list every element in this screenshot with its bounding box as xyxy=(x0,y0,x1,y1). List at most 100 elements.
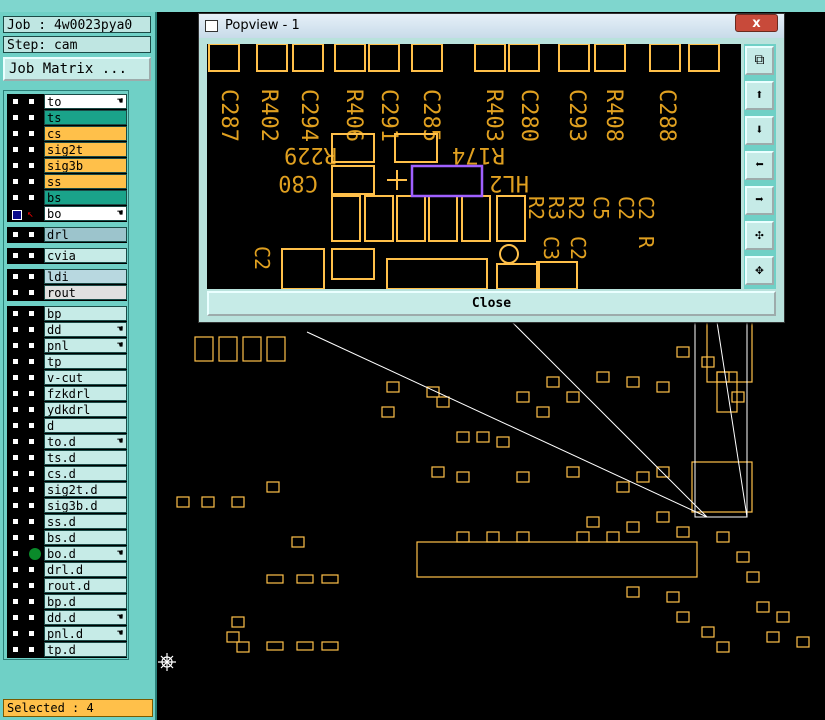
layer-board-checkbox[interactable] xyxy=(11,581,20,590)
layer-row-bp-d[interactable]: bp.d xyxy=(7,594,127,610)
layer-board-checkbox[interactable] xyxy=(11,145,20,154)
layer-display-checkbox[interactable] xyxy=(27,145,36,154)
layer-name[interactable]: cvia xyxy=(44,248,127,263)
layer-name[interactable]: ss xyxy=(44,174,127,189)
layer-display-checkbox[interactable] xyxy=(27,581,36,590)
layer-display-checkbox[interactable] xyxy=(27,97,36,106)
layer-name[interactable]: to ☚ xyxy=(44,94,127,109)
layer-board-checkbox[interactable] xyxy=(11,193,20,202)
close-button[interactable]: Close xyxy=(207,291,776,316)
layer-row-tp[interactable]: tp xyxy=(7,354,127,370)
layer-display-checkbox[interactable] xyxy=(27,113,36,122)
layer-display-checkbox[interactable] xyxy=(27,597,36,606)
layer-name[interactable]: pnl ☚ xyxy=(44,338,127,353)
layer-board-checkbox[interactable] xyxy=(11,533,20,542)
layer-display-checkbox[interactable] xyxy=(27,272,36,281)
layer-display-checkbox[interactable] xyxy=(27,341,36,350)
popview-canvas[interactable]: C287 R402 C294 R406 C291 C285 R403 C280 C293 R408… xyxy=(207,44,741,289)
layer-board-checkbox[interactable] xyxy=(11,421,20,430)
layer-name[interactable]: bo ☚ xyxy=(44,206,127,221)
pan-left-icon[interactable]: ⬅ xyxy=(745,151,774,180)
layer-display-checkbox[interactable] xyxy=(27,309,36,318)
layer-display-checkbox[interactable] xyxy=(27,373,36,382)
layer-board-checkbox[interactable] xyxy=(11,97,20,106)
layer-row-rout[interactable]: rout xyxy=(7,285,127,301)
layer-row-sig2t-d[interactable]: sig2t.d xyxy=(7,482,127,498)
zoom-in-icon[interactable]: ✥ xyxy=(745,256,774,285)
layer-board-checkbox[interactable] xyxy=(11,629,20,638)
layer-name[interactable]: drl.d xyxy=(44,562,127,577)
layer-board-checkbox[interactable] xyxy=(11,437,20,446)
layer-row-dd-d[interactable]: dd.d ☚ xyxy=(7,610,127,626)
layer-display-checkbox[interactable] xyxy=(27,533,36,542)
layer-display-checkbox[interactable] xyxy=(27,565,36,574)
layer-display-checkbox[interactable] xyxy=(27,357,36,366)
layer-row-sig3b[interactable]: sig3b xyxy=(7,158,127,174)
layer-board-checkbox[interactable] xyxy=(11,485,20,494)
layer-board-checkbox[interactable] xyxy=(11,177,20,186)
layer-name[interactable]: cs.d xyxy=(44,466,127,481)
window-close-button[interactable]: x xyxy=(735,14,778,32)
layer-board-checkbox[interactable] xyxy=(11,469,20,478)
layer-name[interactable]: tp xyxy=(44,354,127,369)
layer-name[interactable]: ts xyxy=(44,110,127,125)
layer-row-rout-d[interactable]: rout.d xyxy=(7,578,127,594)
layer-row-bo-d[interactable]: bo.d ☚ xyxy=(7,546,127,562)
layer-board-checkbox[interactable] xyxy=(11,230,20,239)
zoom-out-icon[interactable]: ✣ xyxy=(745,221,774,250)
layer-display-checkbox[interactable] xyxy=(27,629,36,638)
layer-name[interactable]: ydkdrl xyxy=(44,402,127,417)
layer-board-checkbox[interactable] xyxy=(11,501,20,510)
layer-name[interactable]: bp.d xyxy=(44,594,127,609)
layer-board-checkbox[interactable] xyxy=(11,565,20,574)
layer-name[interactable]: bp xyxy=(44,306,127,321)
layer-board-checkbox[interactable] xyxy=(11,129,20,138)
layer-board-checkbox[interactable] xyxy=(11,272,20,281)
layer-display-checkbox[interactable] xyxy=(27,517,36,526)
layer-row-ts-d[interactable]: ts.d xyxy=(7,450,127,466)
layer-board-checkbox[interactable] xyxy=(11,373,20,382)
layer-row-bs-d[interactable]: bs.d xyxy=(7,530,127,546)
pan-down-icon[interactable]: ⬇ xyxy=(745,116,774,145)
layer-board-checkbox[interactable] xyxy=(11,389,20,398)
layer-display-checkbox[interactable] xyxy=(27,230,36,239)
pan-right-icon[interactable]: ➡ xyxy=(745,186,774,215)
layer-name[interactable]: bo.d ☚ xyxy=(44,546,127,561)
layer-display-checkbox[interactable] xyxy=(27,645,36,654)
layer-name[interactable]: rout.d xyxy=(44,578,127,593)
layer-display-checkbox[interactable] xyxy=(27,501,36,510)
layer-name[interactable]: ts.d xyxy=(44,450,127,465)
layer-display-checkbox[interactable] xyxy=(27,129,36,138)
layer-row-dd[interactable]: dd ☚ xyxy=(7,322,127,338)
layer-display-checkbox[interactable] xyxy=(27,288,36,297)
layer-row-cs[interactable]: cs xyxy=(7,126,127,142)
layer-board-checkbox[interactable] xyxy=(11,549,20,558)
layer-name[interactable]: ss.d xyxy=(44,514,127,529)
pan-up-icon[interactable]: ⬆ xyxy=(745,81,774,110)
layer-row-to-d[interactable]: to.d ☚ xyxy=(7,434,127,450)
layer-board-checkbox[interactable] xyxy=(11,161,20,170)
layer-row-ts[interactable]: ts xyxy=(7,110,127,126)
layer-board-checkbox[interactable] xyxy=(11,251,20,260)
layer-display-checkbox[interactable] xyxy=(27,453,36,462)
layer-name[interactable]: dd ☚ xyxy=(44,322,127,337)
layer-row-pnl[interactable]: pnl ☚ xyxy=(7,338,127,354)
layer-row-drl[interactable]: drl xyxy=(7,227,127,243)
layer-display-checkbox[interactable] xyxy=(27,161,36,170)
layer-name[interactable]: d xyxy=(44,418,127,433)
layer-name[interactable]: to.d ☚ xyxy=(44,434,127,449)
layer-row-bs[interactable]: bs xyxy=(7,190,127,206)
layer-row-cvia[interactable]: cvia xyxy=(7,248,127,264)
layer-row-tp-d[interactable]: tp.d xyxy=(7,642,127,658)
layer-row-bo[interactable]: ↖ bo ☚ xyxy=(7,206,127,222)
layer-board-checkbox[interactable] xyxy=(11,645,20,654)
layer-row-drl-d[interactable]: drl.d xyxy=(7,562,127,578)
layer-name[interactable]: v-cut xyxy=(44,370,127,385)
layer-display-checkbox[interactable] xyxy=(27,421,36,430)
layer-row-pnl-d[interactable]: pnl.d ☚ xyxy=(7,626,127,642)
layer-row-to[interactable]: to ☚ xyxy=(7,94,127,110)
popview-titlebar[interactable]: Popview - 1 x xyxy=(199,14,784,38)
layer-board-checkbox[interactable] xyxy=(11,597,20,606)
layer-row-v-cut[interactable]: v-cut xyxy=(7,370,127,386)
layer-board-checkbox[interactable] xyxy=(11,113,20,122)
